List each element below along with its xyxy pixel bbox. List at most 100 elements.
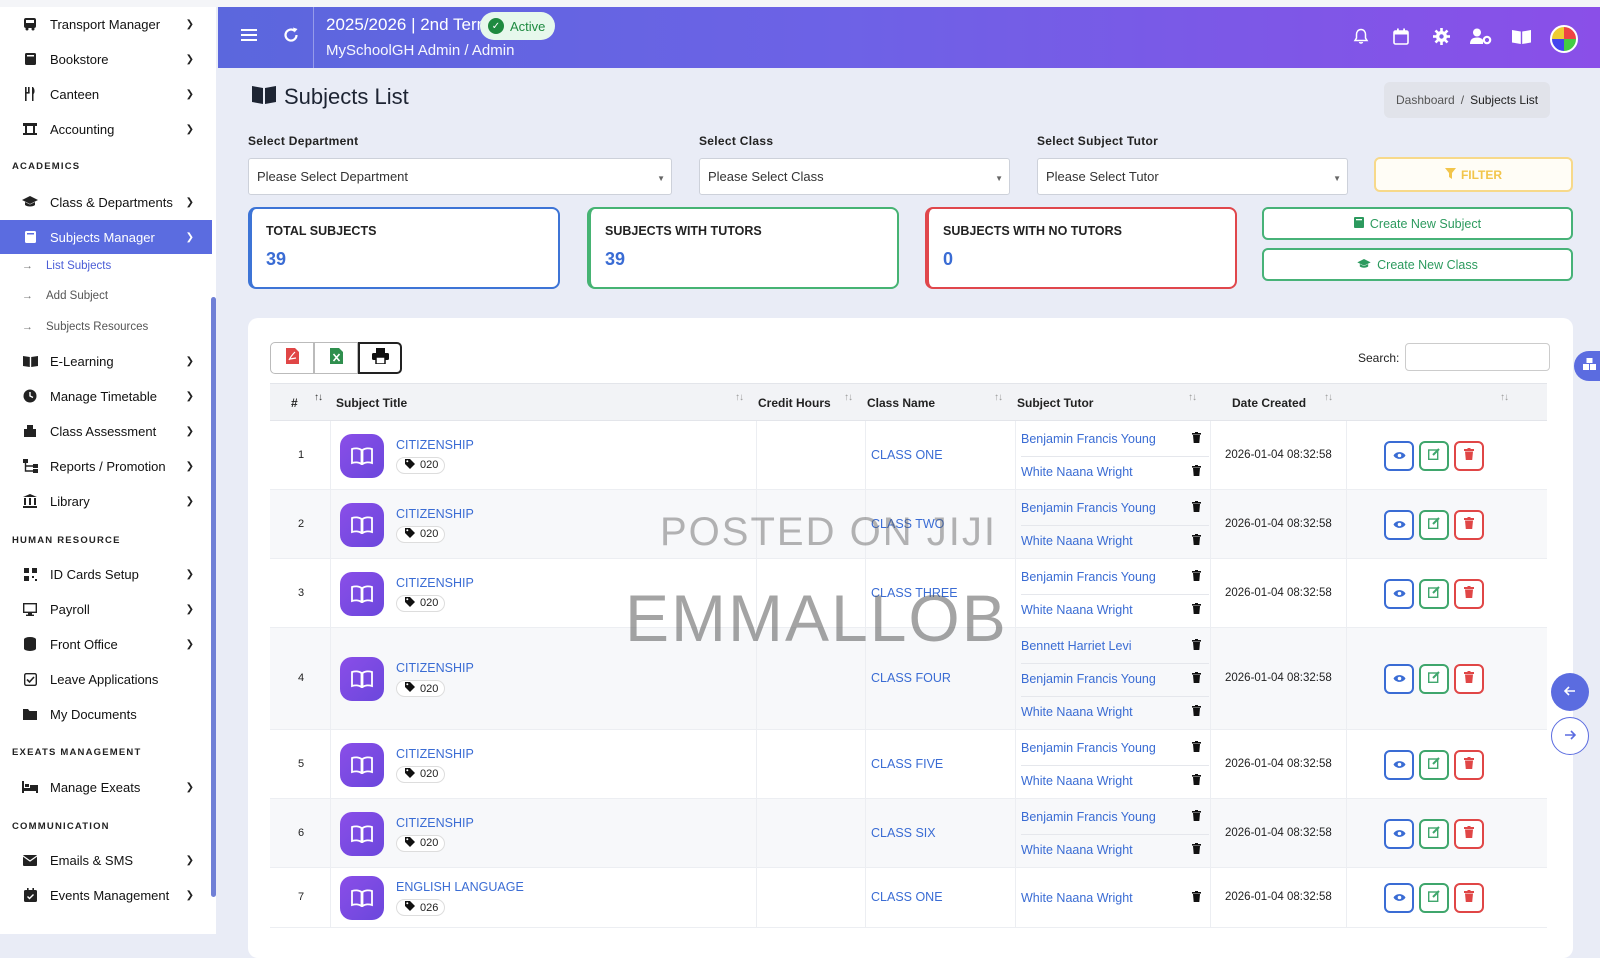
view-button[interactable] — [1384, 664, 1414, 694]
class-name-link[interactable]: CLASS SIX — [871, 826, 936, 840]
edit-button[interactable] — [1419, 578, 1449, 609]
subject-title-link[interactable]: CITIZENSHIP — [396, 576, 474, 590]
library-button[interactable] — [1510, 28, 1532, 50]
tutor-link[interactable]: White Naana Wright — [1021, 774, 1209, 788]
sidebar-item-manage-timetable[interactable]: Manage Timetable ❯ — [0, 379, 212, 413]
view-button[interactable] — [1384, 749, 1414, 780]
delete-button[interactable] — [1454, 509, 1484, 540]
col-header-class-name[interactable]: Class Name — [867, 396, 935, 410]
remove-tutor-icon[interactable] — [1192, 638, 1201, 653]
tutor-link[interactable]: Benjamin Francis Young — [1021, 501, 1209, 515]
remove-tutor-icon[interactable] — [1192, 890, 1201, 905]
delete-button[interactable] — [1454, 818, 1484, 849]
sort-icon[interactable]: ↑↓ — [1500, 392, 1509, 403]
subject-title-link[interactable]: CITIZENSHIP — [396, 661, 474, 675]
tutor-link[interactable]: White Naana Wright — [1021, 465, 1209, 479]
remove-tutor-icon[interactable] — [1192, 740, 1201, 755]
remove-tutor-icon[interactable] — [1192, 431, 1201, 446]
sidebar-item-manage-exeats[interactable]: Manage Exeats ❯ — [0, 770, 212, 804]
subject-title-link[interactable]: CITIZENSHIP — [396, 507, 474, 521]
sidebar-item-id-cards-setup[interactable]: ID Cards Setup ❯ — [0, 557, 212, 591]
col-header-subject-tutor[interactable]: Subject Tutor — [1017, 396, 1093, 410]
edit-button[interactable] — [1419, 749, 1449, 780]
side-widget-button[interactable] — [1574, 351, 1600, 381]
sidebar-item-events-management[interactable]: Events Management ❯ — [0, 878, 212, 912]
settings-button[interactable] — [1430, 28, 1452, 50]
user-avatar[interactable] — [1550, 25, 1578, 53]
sort-icon[interactable]: ↑↓ — [844, 392, 853, 403]
sidebar-item-subjects-manager[interactable]: Subjects Manager ❯ — [0, 220, 212, 254]
sort-icon[interactable]: ↑↓ — [735, 392, 744, 403]
print-button[interactable] — [358, 342, 402, 374]
sort-icon[interactable]: ↑↓ — [994, 392, 1003, 403]
refresh-button[interactable] — [279, 25, 303, 49]
calendar-button[interactable] — [1390, 28, 1412, 50]
sidebar-item-front-office[interactable]: Front Office ❯ — [0, 627, 212, 661]
scroll-forward-button[interactable] — [1551, 717, 1589, 755]
col-header-date-created[interactable]: Date Created — [1232, 396, 1306, 410]
subject-title-link[interactable]: CITIZENSHIP — [396, 438, 474, 452]
sidebar-item-my-documents[interactable]: My Documents — [0, 697, 212, 731]
create-class-button[interactable]: Create New Class — [1262, 248, 1573, 281]
sort-icon[interactable]: ↑↓ — [314, 392, 323, 403]
tutor-link[interactable]: White Naana Wright — [1021, 534, 1209, 548]
col-header-num[interactable]: # — [291, 396, 298, 410]
remove-tutor-icon[interactable] — [1192, 773, 1201, 788]
remove-tutor-icon[interactable] — [1192, 704, 1201, 719]
edit-button[interactable] — [1419, 440, 1449, 471]
tutor-link[interactable]: Benjamin Francis Young — [1021, 672, 1209, 686]
class-select[interactable]: Please Select Class ▼ — [699, 158, 1010, 195]
remove-tutor-icon[interactable] — [1192, 842, 1201, 857]
menu-toggle-button[interactable] — [238, 25, 262, 49]
sidebar-item-class-departments[interactable]: Class & Departments ❯ — [0, 185, 212, 219]
remove-tutor-icon[interactable] — [1192, 809, 1201, 824]
subject-title-link[interactable]: CITIZENSHIP — [396, 747, 474, 761]
sidebar-subitem-list-subjects[interactable]: → List Subjects — [22, 260, 111, 272]
breadcrumb-home[interactable]: Dashboard — [1396, 93, 1455, 107]
delete-button[interactable] — [1454, 440, 1484, 471]
edit-button[interactable] — [1419, 883, 1449, 913]
edit-button[interactable] — [1419, 509, 1449, 540]
edit-button[interactable] — [1419, 664, 1449, 694]
tutor-link[interactable]: Bennett Harriet Levi — [1021, 639, 1209, 653]
col-header-credit-hours[interactable]: Credit Hours — [758, 396, 831, 410]
sidebar-subitem-subjects-resources[interactable]: → Subjects Resources — [22, 321, 148, 333]
subject-title-link[interactable]: CITIZENSHIP — [396, 816, 474, 830]
view-button[interactable] — [1384, 883, 1414, 913]
tutor-link[interactable]: White Naana Wright — [1021, 891, 1209, 905]
view-button[interactable] — [1384, 440, 1414, 471]
sidebar-item-accounting[interactable]: Accounting ❯ — [0, 112, 212, 146]
remove-tutor-icon[interactable] — [1192, 671, 1201, 686]
filter-button[interactable]: FILTER — [1374, 157, 1573, 192]
sidebar-item-emails-sms[interactable]: Emails & SMS ❯ — [0, 843, 212, 877]
search-input[interactable] — [1405, 343, 1550, 371]
notifications-button[interactable] — [1350, 28, 1372, 50]
delete-button[interactable] — [1454, 883, 1484, 913]
view-button[interactable] — [1384, 578, 1414, 609]
view-button[interactable] — [1384, 509, 1414, 540]
user-settings-button[interactable] — [1470, 28, 1492, 50]
remove-tutor-icon[interactable] — [1192, 602, 1201, 617]
export-excel-button[interactable] — [314, 342, 358, 374]
remove-tutor-icon[interactable] — [1192, 500, 1201, 515]
sidebar-item-transport-manager[interactable]: Transport Manager ❯ — [0, 7, 212, 41]
tutor-link[interactable]: Benjamin Francis Young — [1021, 432, 1209, 446]
sidebar-item-library[interactable]: Library ❯ — [0, 484, 212, 518]
tutor-link[interactable]: White Naana Wright — [1021, 843, 1209, 857]
class-name-link[interactable]: CLASS ONE — [871, 448, 943, 462]
sidebar-item-leave-applications[interactable]: Leave Applications — [0, 662, 212, 696]
sidebar-item-payroll[interactable]: Payroll ❯ — [0, 592, 212, 626]
tutor-link[interactable]: White Naana Wright — [1021, 603, 1209, 617]
remove-tutor-icon[interactable] — [1192, 464, 1201, 479]
sidebar-subitem-add-subject[interactable]: → Add Subject — [22, 290, 108, 302]
tutor-link[interactable]: Benjamin Francis Young — [1021, 741, 1209, 755]
delete-button[interactable] — [1454, 578, 1484, 609]
sidebar-item-e-learning[interactable]: E-Learning ❯ — [0, 344, 212, 378]
export-pdf-button[interactable] — [270, 342, 314, 374]
tutor-link[interactable]: Benjamin Francis Young — [1021, 810, 1209, 824]
sort-icon[interactable]: ↑↓ — [1324, 392, 1333, 403]
sidebar-item-class-assessment[interactable]: Class Assessment ❯ — [0, 414, 212, 448]
delete-button[interactable] — [1454, 664, 1484, 694]
col-header-subject-title[interactable]: Subject Title — [336, 396, 407, 410]
tutor-link[interactable]: White Naana Wright — [1021, 705, 1209, 719]
